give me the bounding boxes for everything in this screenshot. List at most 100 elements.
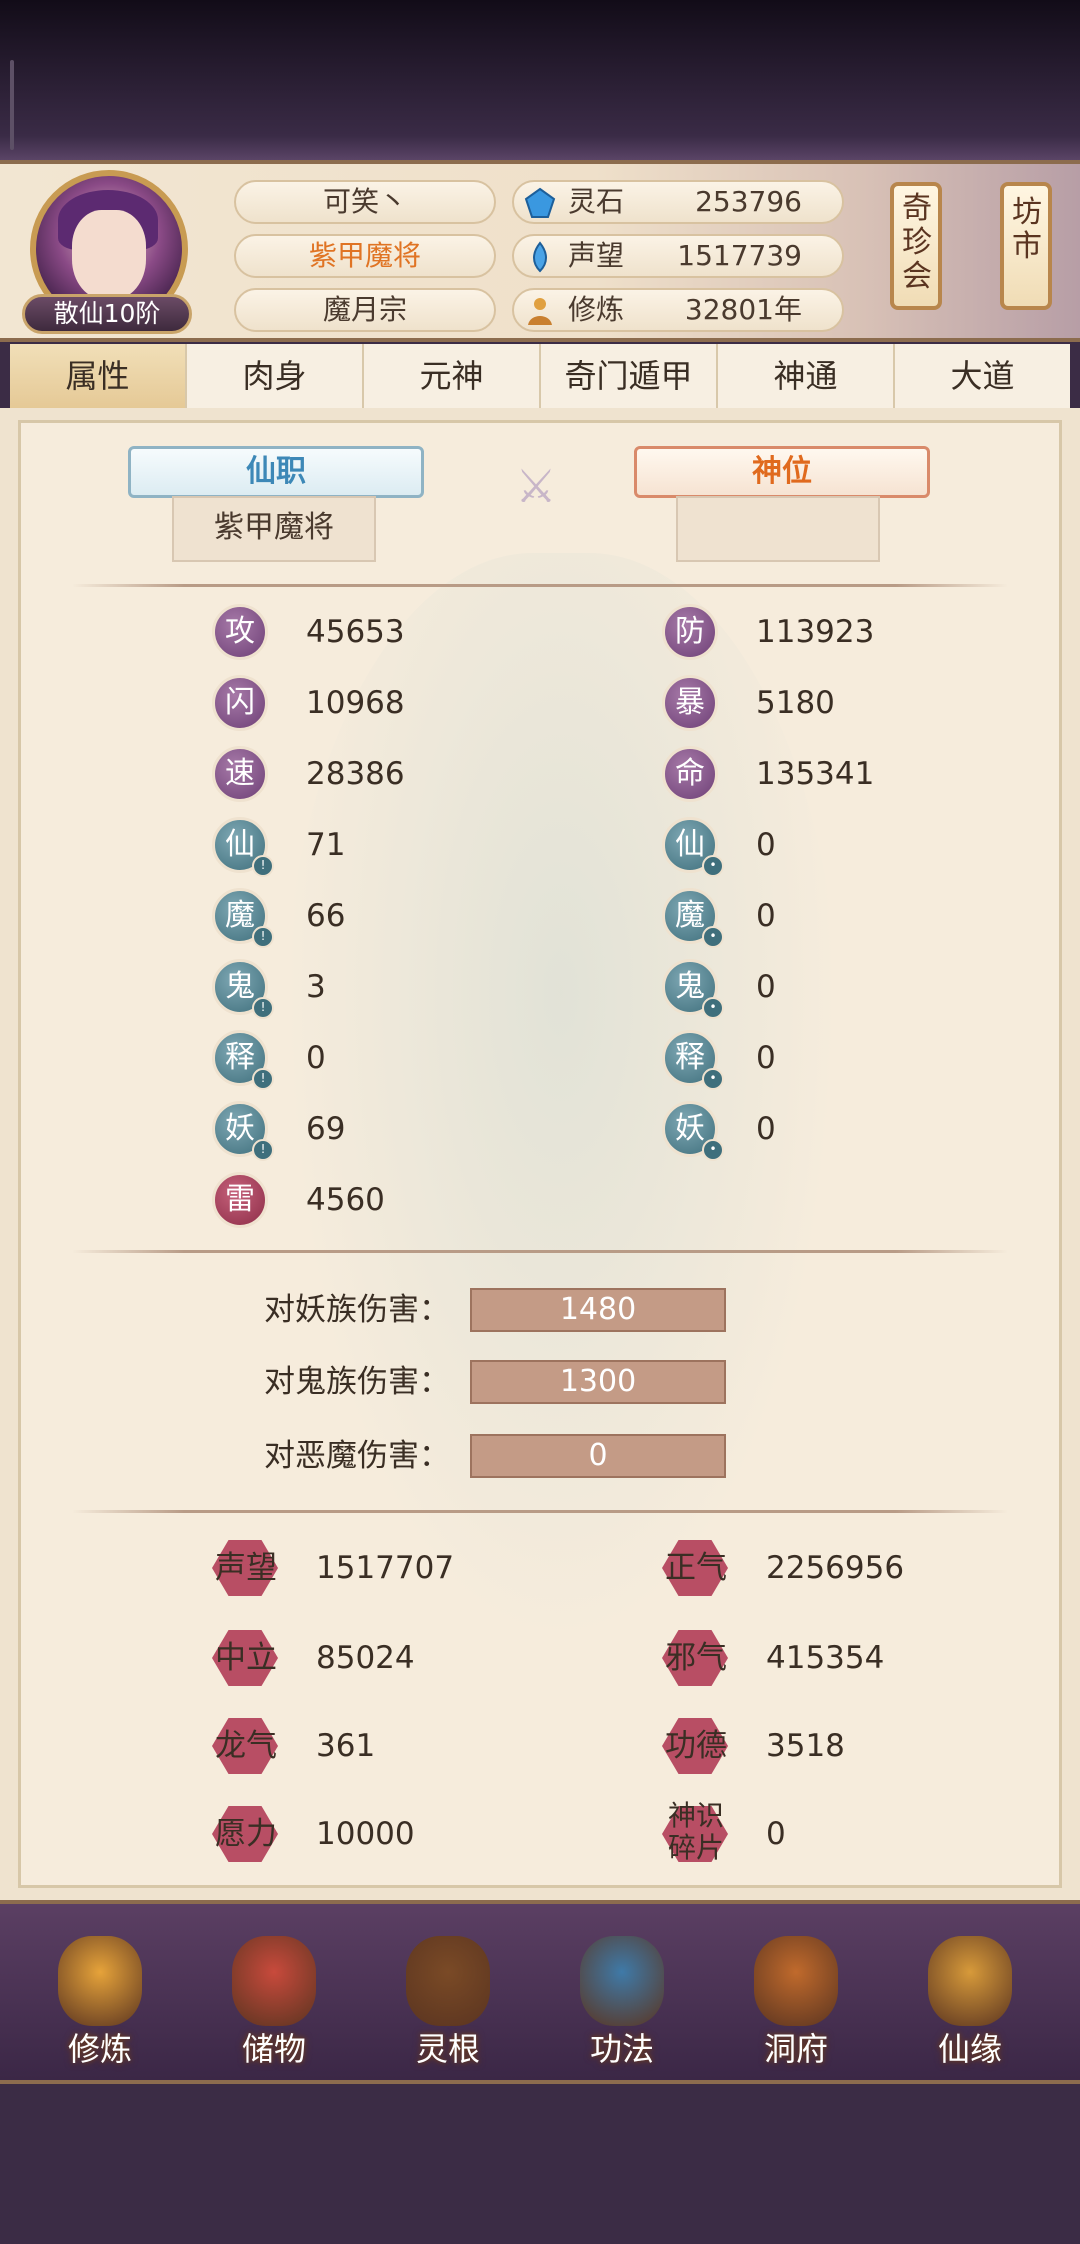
stat-value: 135341	[756, 756, 875, 792]
resource-cultivation: 修炼 32801年	[512, 288, 844, 332]
attack-mark-icon: !	[252, 855, 274, 877]
divider	[72, 584, 1008, 587]
cave-dwelling-icon	[754, 1936, 838, 2026]
stat-value: 0	[756, 827, 776, 863]
shen-position-ribbon: 神位	[634, 446, 930, 498]
spirit-root-icon	[406, 1936, 490, 2026]
tab-attributes[interactable]: 属性	[10, 344, 187, 408]
attr-badge: 中立	[212, 1630, 278, 1686]
stat-value: 4560	[306, 1182, 385, 1218]
defense-mark-icon: •	[702, 855, 724, 877]
attr-value: 3518	[766, 1728, 845, 1764]
avatar-face	[72, 210, 146, 300]
stat-value: 69	[306, 1111, 346, 1147]
tab-soul[interactable]: 元神	[364, 344, 541, 408]
attr-badge: 功德	[662, 1718, 728, 1774]
resource-label: 灵石	[568, 185, 625, 218]
attr-badge: 正气	[662, 1540, 728, 1596]
attr-value: 1517707	[316, 1550, 455, 1586]
shen-position-value	[676, 496, 880, 562]
resource-value: 253796	[695, 185, 802, 218]
stat-badge: 攻	[212, 604, 268, 660]
damage-value: 1480	[470, 1288, 726, 1332]
attribute-tabs: 属性 肉身 元神 奇门遁甲 神通 大道	[10, 344, 1070, 410]
attributes-panel	[18, 420, 1062, 1888]
defense-mark-icon: •	[702, 1068, 724, 1090]
nav-label: 修炼	[67, 2030, 132, 2068]
stat-value: 113923	[756, 614, 875, 650]
stat-value: 5180	[756, 685, 835, 721]
top-status-bar	[0, 0, 1080, 160]
spirit-stone-icon	[524, 187, 556, 218]
stat-badge: 速	[212, 746, 268, 802]
nav-storage-bag[interactable]: 储物	[204, 1930, 344, 2076]
resource-label: 声望	[568, 239, 625, 272]
gourd-icon	[928, 1936, 1012, 2026]
attr-value: 0	[766, 1816, 786, 1852]
resource-value: 32801年	[684, 293, 802, 326]
nav-spirit-root[interactable]: 灵根	[378, 1930, 518, 2076]
nav-label: 功法	[589, 2030, 654, 2068]
tab-body[interactable]: 肉身	[187, 344, 364, 408]
attr-label: 龙气	[215, 1728, 277, 1764]
nav-label: 仙缘	[937, 2030, 1002, 2068]
stat-value: 71	[306, 827, 346, 863]
stat-value: 0	[756, 1040, 776, 1076]
stat-value: 0	[756, 969, 776, 1005]
attr-label: 功德	[665, 1728, 727, 1764]
stat-value: 10968	[306, 685, 405, 721]
stat-badge: 命	[662, 746, 718, 802]
stat-value: 3	[306, 969, 326, 1005]
nav-label: 灵根	[415, 2030, 480, 2068]
attr-badge: 龙气	[212, 1718, 278, 1774]
xian-position-value: 紫甲魔将	[172, 496, 376, 562]
defense-mark-icon: •	[702, 1139, 724, 1161]
resource-value: 1517739	[677, 239, 802, 272]
tab-qimen[interactable]: 奇门遁甲	[541, 344, 718, 408]
nav-meditation[interactable]: 修炼	[30, 1930, 170, 2076]
damage-label: 对恶魔伤害：	[264, 1438, 450, 1474]
attr-value: 361	[316, 1728, 376, 1764]
nav-cave-dwelling[interactable]: 洞府	[726, 1930, 866, 2076]
attr-badge: 愿力	[212, 1806, 278, 1862]
market-label: 坊市	[1012, 195, 1042, 264]
treasure-fair-button[interactable]: 奇珍会	[890, 182, 942, 310]
nav-scroll-book[interactable]: 功法	[552, 1930, 692, 2076]
defense-mark-icon: •	[702, 926, 724, 948]
attr-label: 神识碎片	[667, 1799, 724, 1864]
damage-value: 1300	[470, 1360, 726, 1404]
attr-label: 声望	[215, 1550, 277, 1586]
stat-value: 0	[756, 1111, 776, 1147]
player-title: 紫甲魔将	[234, 234, 496, 278]
player-sect: 魔月宗	[234, 288, 496, 332]
market-button[interactable]: 坊市	[1000, 182, 1052, 310]
scroll-book-icon	[580, 1936, 664, 2026]
player-name: 可笑丶	[234, 180, 496, 224]
divider	[72, 1250, 1008, 1253]
resource-label: 修炼	[568, 293, 625, 326]
attr-label: 愿力	[215, 1816, 277, 1852]
treasure-fair-label: 奇珍会	[902, 191, 932, 294]
resource-prestige: 声望 1517739	[512, 234, 844, 278]
attr-value: 2256956	[766, 1550, 905, 1586]
nav-label: 洞府	[763, 2030, 828, 2068]
resource-spirit-stone: 灵石 253796	[512, 180, 844, 224]
attr-badge: 神识碎片	[662, 1800, 728, 1864]
attack-mark-icon: !	[252, 997, 274, 1019]
meditation-icon	[58, 1936, 142, 2026]
rank-badge: 散仙10阶	[22, 294, 192, 334]
attr-badge: 邪气	[662, 1630, 728, 1686]
stat-value: 0	[306, 1040, 326, 1076]
storage-bag-icon	[232, 1936, 316, 2026]
attr-value: 85024	[316, 1640, 415, 1676]
nav-gourd[interactable]: 仙缘	[900, 1930, 1040, 2076]
attack-mark-icon: !	[252, 926, 274, 948]
damage-value: 0	[470, 1434, 726, 1478]
stat-badge: 雷	[212, 1172, 268, 1228]
attr-badge: 声望	[212, 1540, 278, 1596]
tab-dao[interactable]: 大道	[895, 344, 1070, 408]
crossed-swords-icon: ⚔	[515, 459, 557, 513]
stat-badge: 防	[662, 604, 718, 660]
tab-powers[interactable]: 神通	[718, 344, 895, 408]
attr-label: 中立	[215, 1640, 277, 1676]
